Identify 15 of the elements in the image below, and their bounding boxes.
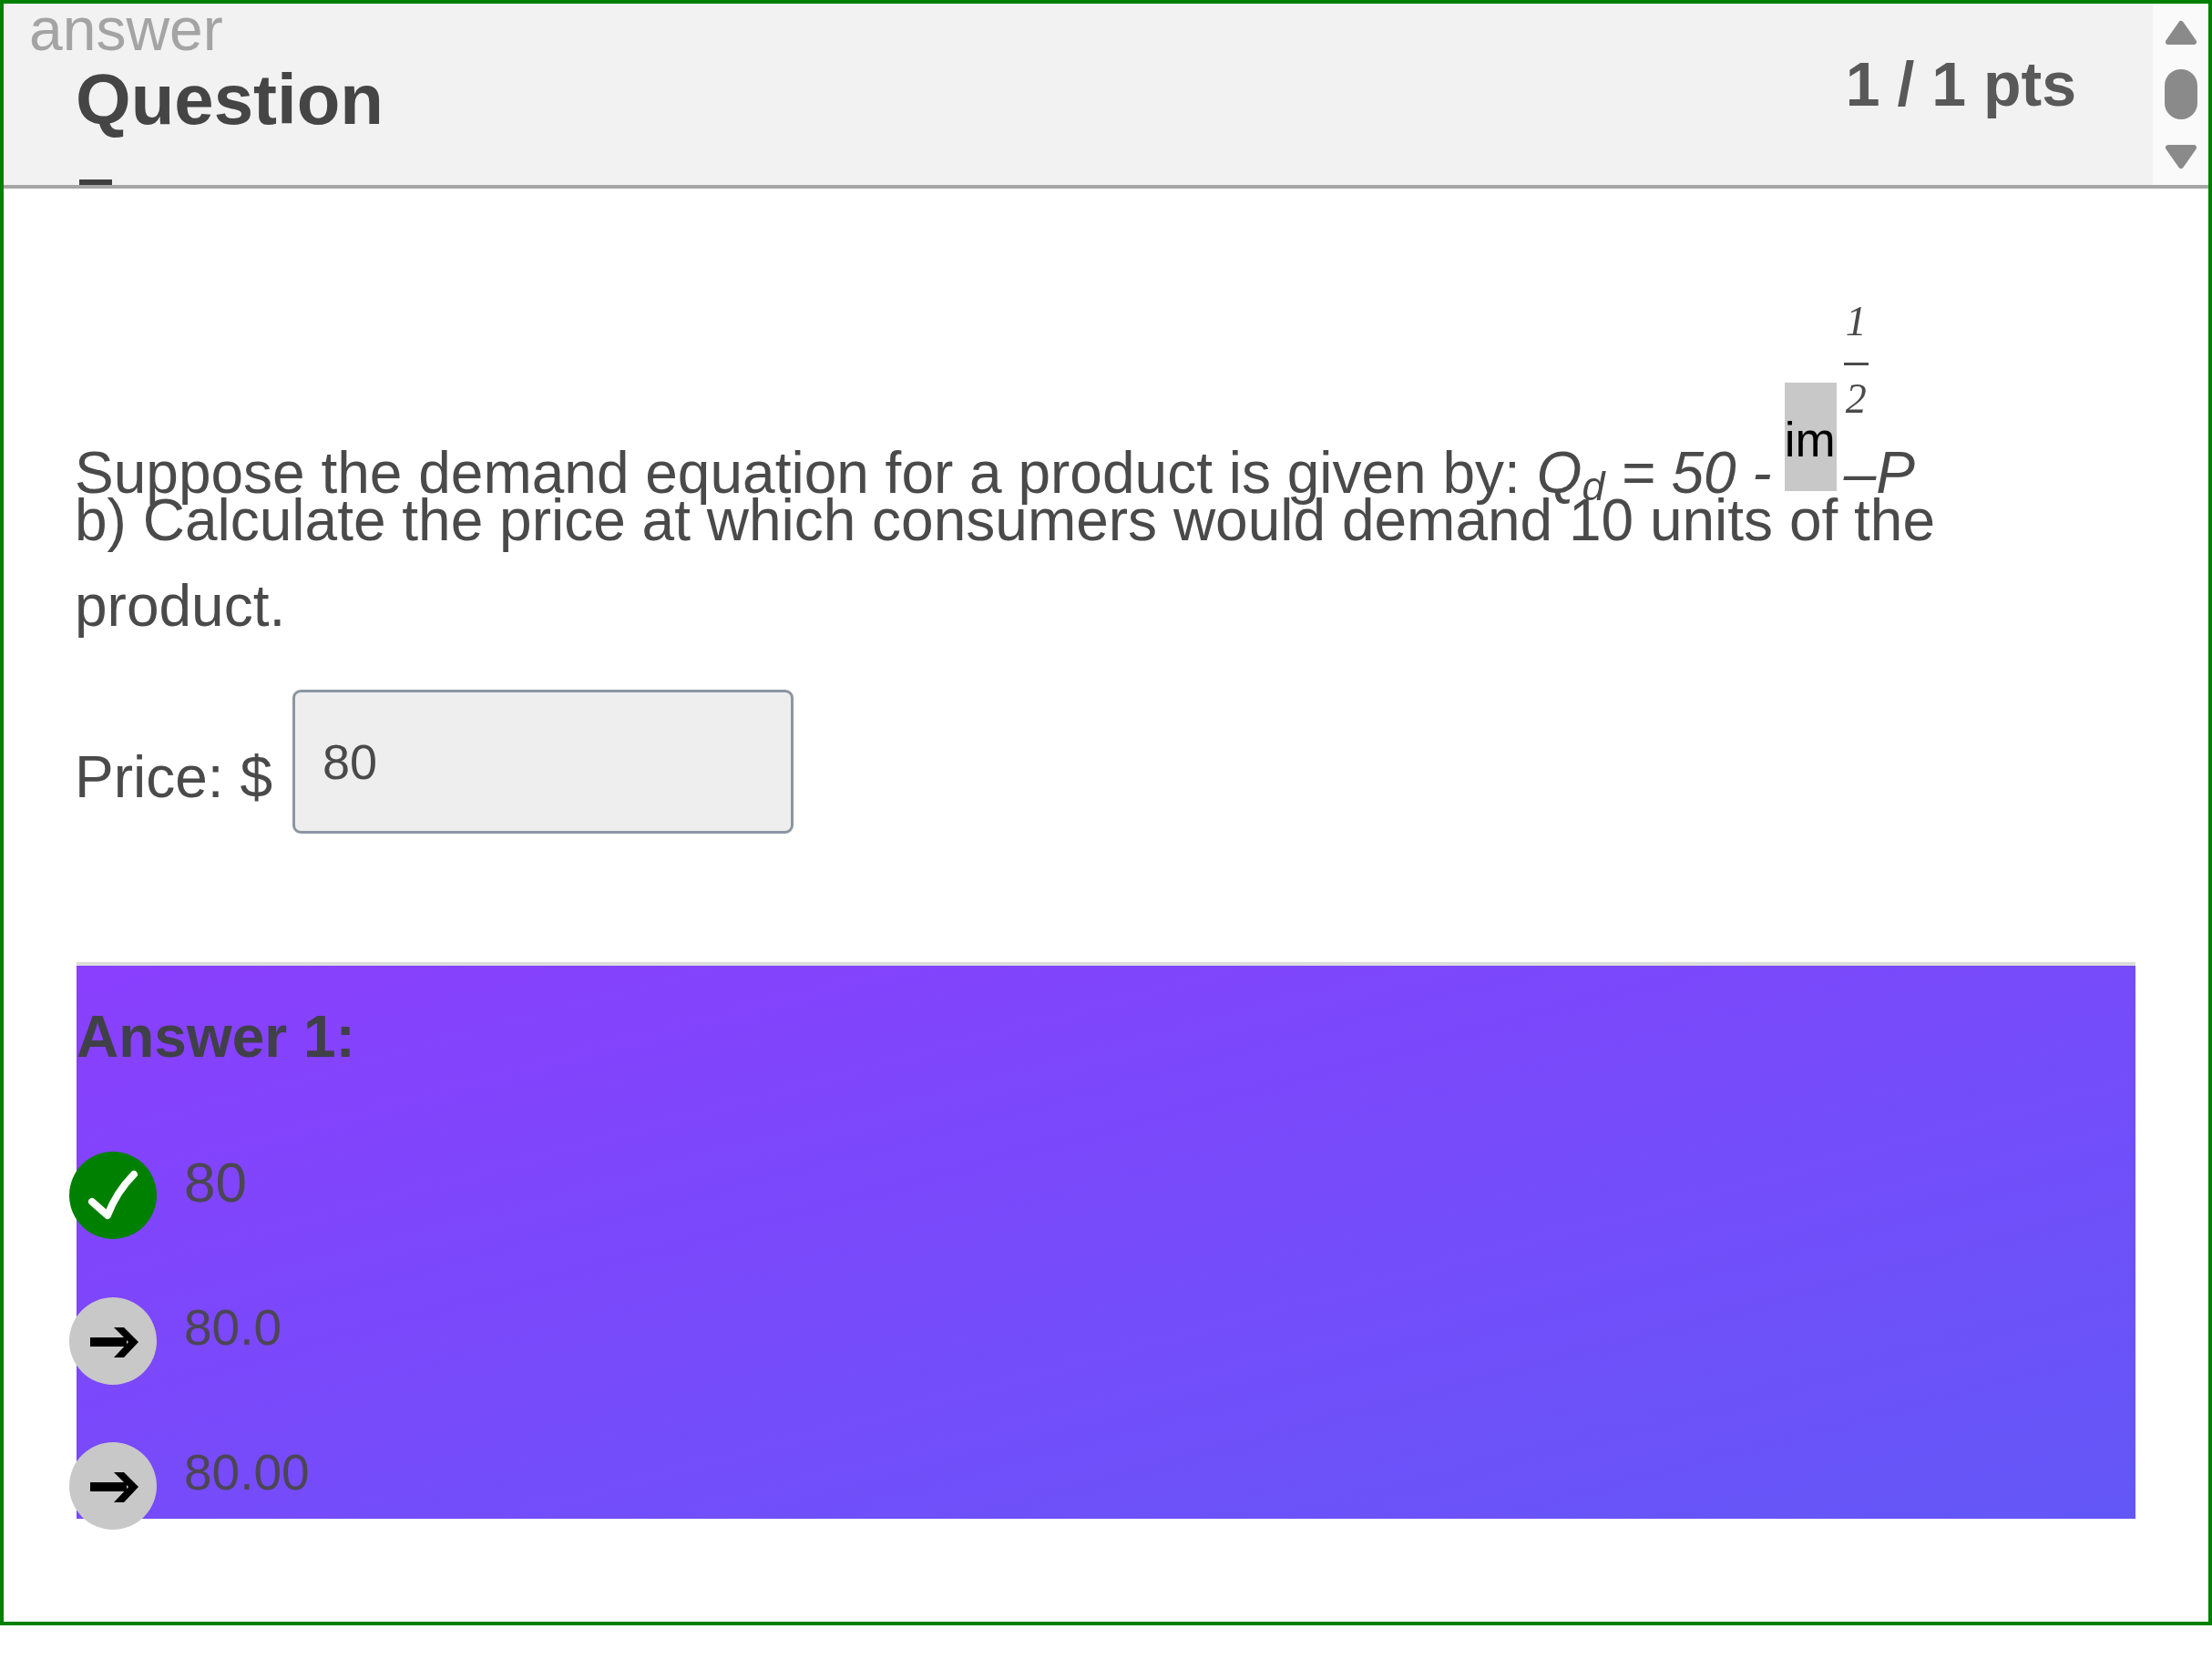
answer-heading: Answer 1: bbox=[77, 1008, 355, 1066]
scrollbar[interactable] bbox=[2153, 4, 2208, 185]
scroll-up-icon[interactable] bbox=[2164, 20, 2197, 46]
fraction-numerator: 1 bbox=[1844, 301, 1868, 343]
price-input[interactable]: 80 bbox=[292, 690, 794, 834]
check-icon bbox=[69, 1152, 157, 1239]
answer-value: 80.00 bbox=[184, 1448, 310, 1498]
scroll-down-icon[interactable] bbox=[2164, 144, 2197, 169]
image-alt-text: im bbox=[1784, 383, 1837, 491]
answer-value: 80.0 bbox=[184, 1302, 282, 1353]
scroll-thumb[interactable] bbox=[2164, 69, 2197, 119]
fraction-denominator: 2 bbox=[1844, 378, 1868, 420]
price-label: Price: $ bbox=[75, 743, 272, 812]
answer-value: 80 bbox=[184, 1154, 247, 1211]
answer-label: answer bbox=[29, 4, 223, 55]
